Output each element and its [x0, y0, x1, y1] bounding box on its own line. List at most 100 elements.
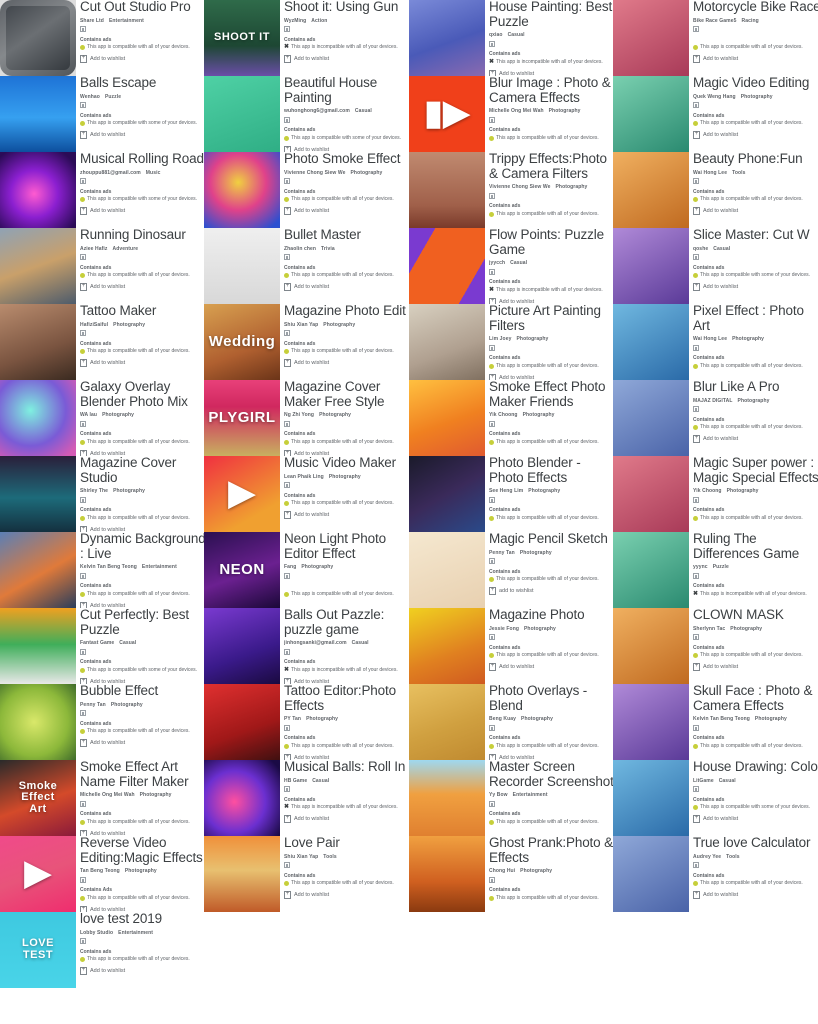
- app-developer[interactable]: Penny Tan: [489, 550, 515, 556]
- add-to-wishlist-button[interactable]: Add to wishlist: [693, 282, 818, 291]
- app-category[interactable]: Casual: [510, 260, 527, 266]
- app-list-item[interactable]: ▮▶ Blur Image : Photo & Camera Effects Mic…: [409, 76, 614, 152]
- app-developer[interactable]: wuhonghong6@gmail.com: [284, 108, 350, 114]
- app-title[interactable]: Pixel Effect : Photo Art: [693, 304, 818, 333]
- app-list-item[interactable]: Tattoo Editor:Photo Effects PY Tan Photogr…: [204, 684, 409, 760]
- app-category[interactable]: Puzzle: [713, 564, 729, 570]
- app-developer[interactable]: Vivienne Chong Siew We: [284, 170, 345, 176]
- app-title[interactable]: Flow Points: Puzzle Game: [489, 228, 614, 257]
- tattoo-woman-red-thumbnail[interactable]: [204, 684, 280, 760]
- neon-ball-road-thumbnail[interactable]: [0, 152, 76, 228]
- app-thumbnail[interactable]: [613, 76, 689, 152]
- app-category[interactable]: Photography: [301, 564, 333, 570]
- app-title[interactable]: Photo Overlays - Blend: [489, 684, 614, 713]
- app-developer[interactable]: Wai Hong Lee: [693, 170, 727, 176]
- app-developer[interactable]: Fantast Game: [80, 640, 114, 646]
- app-category[interactable]: Photography: [113, 488, 145, 494]
- app-list-item[interactable]: NEON Neon Light Photo Editor Effect Fang Ph…: [204, 532, 409, 608]
- add-to-wishlist-button[interactable]: Add to wishlist: [284, 206, 409, 215]
- film-play-red-thumbnail[interactable]: ▶: [204, 456, 280, 532]
- love-test-hearts-thumbnail[interactable]: LOVE TEST: [0, 912, 76, 988]
- add-to-wishlist-button[interactable]: Add to wishlist: [284, 814, 409, 823]
- app-title[interactable]: Picture Art Painting Filters: [489, 304, 614, 333]
- app-title[interactable]: Beauty Phone:Fun: [693, 152, 818, 167]
- app-developer[interactable]: Tan Beng Teong: [80, 868, 120, 874]
- app-category[interactable]: Entertainment: [513, 792, 548, 798]
- app-title[interactable]: Trippy Effects:Photo & Camera Filters: [489, 152, 614, 181]
- app-category[interactable]: Photography: [306, 716, 338, 722]
- app-category[interactable]: Photography: [755, 716, 787, 722]
- app-title[interactable]: Magazine Cover Maker Free Style: [284, 380, 409, 409]
- app-developer[interactable]: Chong Hui: [489, 868, 515, 874]
- app-category[interactable]: Photography: [738, 398, 770, 404]
- app-category[interactable]: Photography: [521, 716, 553, 722]
- bubble-heart-thumbnail[interactable]: [0, 684, 76, 760]
- app-list-item[interactable]: Smoke Effect Art Smoke Effect Art Name Filt…: [0, 760, 205, 836]
- app-developer[interactable]: Penny Tan: [80, 702, 106, 708]
- app-developer[interactable]: MAJAZ DIGITAL: [693, 398, 733, 404]
- add-to-wishlist-button[interactable]: Add to wishlist: [693, 54, 818, 63]
- app-developer[interactable]: Quek Weng Hang: [693, 94, 736, 100]
- app-title[interactable]: Balls Escape: [80, 76, 205, 91]
- app-title[interactable]: Photo Smoke Effect: [284, 152, 409, 167]
- app-title[interactable]: Ghost Prank:Photo & Effects: [489, 836, 614, 865]
- app-developer[interactable]: See Heng Lim: [489, 488, 523, 494]
- app-thumbnail[interactable]: [613, 836, 689, 912]
- app-category[interactable]: Tools: [323, 854, 336, 860]
- app-category[interactable]: Photography: [323, 322, 355, 328]
- app-category[interactable]: Photography: [113, 322, 145, 328]
- add-to-wishlist-button[interactable]: Add to wishlist: [693, 130, 818, 139]
- app-title[interactable]: Balls Out Pazzle: puzzle game: [284, 608, 409, 637]
- blur-pro-girl-thumbnail[interactable]: [409, 380, 485, 456]
- call-screen-lips-thumbnail[interactable]: [409, 152, 485, 228]
- app-list-item[interactable]: Picture Art Painting Filters Lim Joey Phot…: [409, 304, 614, 380]
- app-list-item[interactable]: Photo Overlays - Blend Beng Kuay Photograp…: [409, 684, 614, 760]
- app-developer[interactable]: HafiziSaiful: [80, 322, 108, 328]
- app-developer[interactable]: Vivienne Chong Siew We: [489, 184, 550, 190]
- app-developer[interactable]: Ng Zhi Yong: [284, 412, 314, 418]
- app-developer[interactable]: Yik Choong: [693, 488, 722, 494]
- house-draw-iso-thumbnail[interactable]: [409, 760, 485, 836]
- app-list-item[interactable]: Blur Like A Pro MAJAZ DIGITAL Photography C…: [613, 380, 818, 456]
- app-developer[interactable]: qxiao: [489, 32, 503, 38]
- app-developer[interactable]: Lim Joey: [489, 336, 511, 342]
- app-thumbnail[interactable]: [613, 380, 689, 456]
- app-category[interactable]: Photography: [741, 94, 773, 100]
- app-title[interactable]: Musical Rolling Road: [80, 152, 205, 167]
- app-title[interactable]: Skull Face : Photo & Camera Effects: [693, 684, 818, 713]
- app-developer[interactable]: Lobby Studio: [80, 930, 113, 936]
- app-thumbnail[interactable]: [613, 760, 689, 836]
- musical-balls-roll-thumbnail[interactable]: [204, 760, 280, 836]
- app-category[interactable]: Entertainment: [142, 564, 177, 570]
- pixel-effect-girl-thumbnail[interactable]: [409, 304, 485, 380]
- app-title[interactable]: Blur Like A Pro: [693, 380, 818, 395]
- add-to-wishlist-button[interactable]: Add to wishlist: [80, 358, 205, 367]
- app-list-item[interactable]: Trippy Effects:Photo & Camera Filters Viv…: [409, 152, 614, 228]
- app-title[interactable]: Magic Video Editing: [693, 76, 818, 91]
- app-list-item[interactable]: SHOOT IT Shoot it: Using Gun WyzMing Action…: [204, 0, 409, 76]
- app-list-item[interactable]: Cut Perfectly: Best Puzzle Fantast Game Ca…: [0, 608, 205, 684]
- skull-face-paint-thumbnail[interactable]: [409, 684, 485, 760]
- app-list-item[interactable]: Balls Out Pazzle: puzzle game jinhongsank…: [204, 608, 409, 684]
- app-title[interactable]: Motorcycle Bike Race: [693, 0, 818, 15]
- video-cam-orange-thumbnail[interactable]: ▮▶: [409, 76, 485, 152]
- app-category[interactable]: Photography: [520, 868, 552, 874]
- app-title[interactable]: Running Dinosaur: [80, 228, 205, 243]
- add-to-wishlist-button[interactable]: Add to wishlist: [489, 662, 614, 671]
- add-to-wishlist-button[interactable]: Add to wishlist: [80, 206, 205, 215]
- app-title[interactable]: Cut Out Studio Pro: [80, 0, 205, 15]
- app-developer[interactable]: Michelle Ong Mei Wah: [80, 792, 135, 798]
- app-title[interactable]: House Painting: Best Puzzle: [489, 0, 614, 29]
- app-list-item[interactable]: PLYGIRL Magazine Cover Maker Free Style Ng…: [204, 380, 409, 456]
- plygirl-cover-thumbnail[interactable]: PLYGIRL: [204, 380, 280, 456]
- app-developer[interactable]: zhouppu881@gmail.com: [80, 170, 141, 176]
- app-list-item[interactable]: Smoke Effect Photo Maker Friends Yik Choo…: [409, 380, 614, 456]
- app-title[interactable]: Reverse Video Editing:Magic Effects: [80, 836, 205, 865]
- app-category[interactable]: Action: [311, 18, 327, 24]
- app-title[interactable]: CLOWN MASK: [693, 608, 818, 623]
- app-list-item[interactable]: Musical Balls: Roll In HB Game Casual Conta…: [204, 760, 409, 836]
- app-developer[interactable]: jinhongsanki@gmail.com: [284, 640, 347, 646]
- app-developer[interactable]: Zhaolin chen: [284, 246, 316, 252]
- tattoo-chest-thumbnail[interactable]: [0, 304, 76, 380]
- app-category[interactable]: Entertainment: [109, 18, 144, 24]
